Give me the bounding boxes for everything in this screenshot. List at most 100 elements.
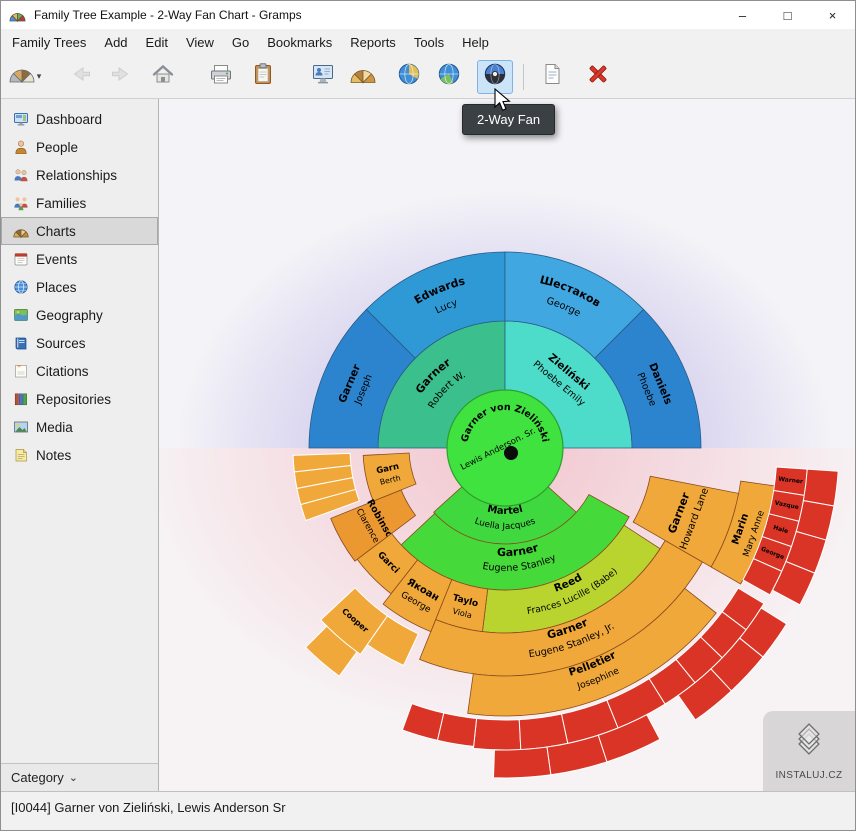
home-button[interactable] [145,60,181,94]
maximize-button[interactable]: □ [765,1,810,29]
sidebar-item-label: Media [36,420,73,435]
menu-family-trees[interactable]: Family Trees [3,31,95,54]
sidebar-item-sources[interactable]: Sources [1,329,158,357]
document-button[interactable] [534,60,570,94]
fan-segment[interactable] [438,713,477,746]
forward-button[interactable] [103,60,139,94]
fan-segment[interactable] [519,714,568,750]
print-icon [208,62,234,91]
family-trees-button[interactable]: ▾ [7,60,43,94]
window-title: Family Tree Example - 2-Way Fan Chart - … [34,8,302,22]
chevron-down-icon: ⌄ [69,771,78,784]
sidebar-item-people[interactable]: People [1,133,158,161]
sidebar-item-label: Dashboard [36,112,102,127]
citations-icon: ” [12,363,29,379]
fan-center-dot [504,446,518,460]
sidebar-item-media[interactable]: Media [1,413,158,441]
sidebar-item-label: Geography [36,308,103,323]
full-circle-view-button[interactable] [431,60,467,94]
sidebar-item-charts[interactable]: Charts [1,217,158,245]
close-view-button[interactable] [580,60,616,94]
minimize-button[interactable]: – [720,1,765,29]
back-icon [68,62,94,91]
print-button[interactable] [203,60,239,94]
sidebar-item-dashboard[interactable]: Dashboard [1,105,158,133]
sidebar-item-label: Families [36,196,86,211]
back-button[interactable] [63,60,99,94]
dashboard-icon [12,111,29,127]
toolbar: ▾ [1,55,855,99]
sidebar-item-repositories[interactable]: Repositories [1,385,158,413]
relationships-icon [12,167,29,183]
fan-tree-icon [9,63,35,90]
menu-reports[interactable]: Reports [341,31,405,54]
menu-go[interactable]: Go [223,31,258,54]
menu-view[interactable]: View [177,31,223,54]
sidebar-item-places[interactable]: Places [1,273,158,301]
toolbar-separator [523,64,524,90]
sidebar-item-events[interactable]: Events [1,245,158,273]
menu-help[interactable]: Help [453,31,498,54]
status-text: [I0044] Garner von Zieliński, Lewis Ande… [11,800,286,815]
repositories-icon [12,391,29,407]
fan-segment[interactable] [803,469,838,506]
close-button[interactable]: × [810,1,855,29]
gramps-logo-icon [9,7,26,23]
notes-icon [12,447,29,463]
monitor-icon [310,62,336,91]
sidebar-item-label: Relationships [36,168,117,183]
instaluj-watermark: INSTALUJ.CZ [763,711,855,791]
families-icon [12,195,29,211]
close-red-icon [585,62,611,91]
menu-edit[interactable]: Edit [137,31,177,54]
pedigree-fan-button[interactable] [345,60,381,94]
sidebar-item-notes[interactable]: Notes [1,441,158,469]
fan-segment[interactable] [473,719,520,750]
sidebar-spacer [1,469,158,763]
fan-chart-canvas[interactable]: GarnerRobert W.ZielińskiPhoebe EmilyGarn… [159,99,855,791]
svg-text:”: ” [17,364,21,373]
status-bar: [I0044] Garner von Zieliński, Lewis Ande… [1,791,855,830]
sidebar-item-families[interactable]: Families [1,189,158,217]
home-icon [150,62,176,91]
geography-icon [12,307,29,323]
sidebar-item-relationships[interactable]: Relationships [1,161,158,189]
mouse-cursor [493,88,513,114]
menu-bookmarks[interactable]: Bookmarks [258,31,341,54]
globe-a-icon [396,62,422,91]
sidebar-items: Dashboard People Relationships Families Char… [1,105,158,469]
sidebar-item-label: Sources [36,336,86,351]
configure-view-button[interactable] [305,60,341,94]
category-label: Category [11,770,64,785]
gramps-window: Family Tree Example - 2-Way Fan Chart - … [0,0,856,831]
sidebar-item-label: Citations [36,364,89,379]
forward-icon [108,62,134,91]
fan-segment[interactable] [493,747,550,778]
sidebar-item-citations[interactable]: ” Citations [1,357,158,385]
sidebar-item-geography[interactable]: Geography [1,301,158,329]
two-way-fan-chart[interactable]: GarnerRobert W.ZielińskiPhoebe EmilyGarn… [159,99,855,791]
sidebar-item-label: Repositories [36,392,111,407]
title-bar: Family Tree Example - 2-Way Fan Chart - … [1,1,855,29]
clipboard-button[interactable] [245,60,281,94]
events-icon [12,251,29,267]
sources-icon [12,335,29,351]
menu-add[interactable]: Add [95,31,136,54]
menu-tools[interactable]: Tools [405,31,453,54]
sidebar: Dashboard People Relationships Families Char… [1,99,159,791]
globe-b-icon [436,62,462,91]
doc-icon [539,62,565,91]
sidebar-item-label: Notes [36,448,71,463]
fan-chart-view-button[interactable] [391,60,427,94]
sidebar-item-label: Events [36,252,77,267]
window-controls: – □ × [720,1,855,29]
fan-small-icon [350,63,376,90]
instaluj-logo-icon [787,722,831,769]
clipboard-icon [250,62,276,91]
media-icon [12,419,29,435]
dropdown-caret-icon[interactable]: ▾ [37,71,42,82]
fan-segment[interactable] [402,704,443,741]
sidebar-item-label: Places [36,280,77,295]
charts-icon [12,223,29,239]
category-selector[interactable]: Category ⌄ [1,763,158,791]
